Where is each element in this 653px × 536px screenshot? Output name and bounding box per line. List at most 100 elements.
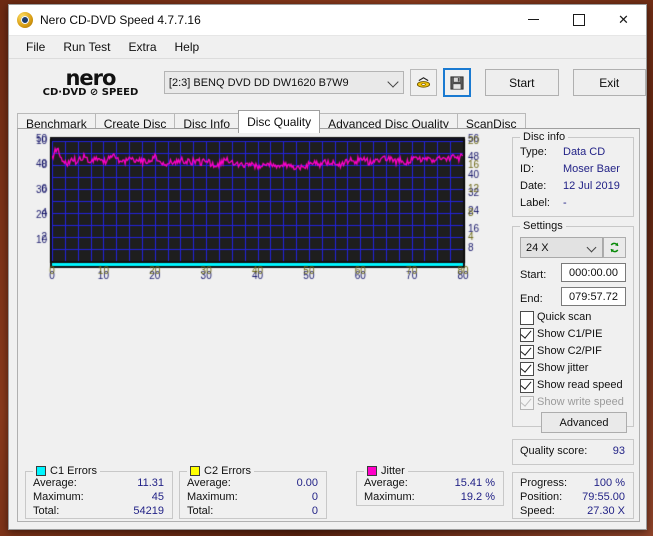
check-icon <box>520 361 532 373</box>
jitter-color-swatch <box>367 466 377 476</box>
jitter-group: Jitter Average: 15.41 % Maximum: 19.2 % <box>356 465 504 506</box>
nero-logo: nero CD·DVD ⊘ SPEED <box>27 65 154 98</box>
check-icon <box>520 395 532 407</box>
jitter-average-label: Average: <box>364 477 408 489</box>
show-c1-pie-label: Show C1/PIE <box>537 328 603 340</box>
speed-label: Speed: <box>520 505 555 517</box>
c1-errors-caption-text: C1 Errors <box>50 465 98 477</box>
logo-line-1: nero <box>65 65 116 90</box>
end-position-field[interactable]: 079:57.72 <box>561 287 626 306</box>
settings-group: Settings 24 X Start: 000:00.00 End: 079:… <box>512 220 634 433</box>
menu-bar: File Run Test Extra Help <box>9 36 646 59</box>
start-position-field[interactable]: 000:00.00 <box>561 263 626 282</box>
c2-total-value: 0 <box>311 505 318 517</box>
c2-total-label: Total: <box>187 505 214 517</box>
end-position-value: 079:57.72 <box>569 290 618 303</box>
close-button[interactable]: ✕ <box>601 5 646 34</box>
title-bar: Nero CD-DVD Speed 4.7.7.16 ✕ <box>9 5 646 36</box>
progress-label: Progress: <box>520 477 568 489</box>
show-c2-pif-label: Show C2/PIF <box>537 345 602 357</box>
disc-info-caption: Disc info <box>520 131 569 143</box>
quality-score-value: 93 <box>612 445 625 457</box>
chevron-down-icon <box>387 76 399 88</box>
drive-select[interactable]: [2:3] BENQ DVD DD DW1620 B7W9 <box>163 71 405 94</box>
jitter-chart <box>20 131 507 301</box>
quality-score-group: Quality score: 93 <box>512 439 634 465</box>
c1-total-value: 54219 <box>133 505 164 517</box>
menu-item-run-test[interactable]: Run Test <box>54 37 119 57</box>
toolbar: nero CD·DVD ⊘ SPEED [2:3] BENQ DVD DD DW… <box>9 59 646 106</box>
tab-disc-quality[interactable]: Disc Quality <box>238 110 321 133</box>
exit-button[interactable]: Exit <box>572 69 646 96</box>
show-write-speed-label: Show write speed <box>537 396 624 408</box>
save-button[interactable] <box>442 68 472 97</box>
disc-quality-panel: Disc info Type: Data CD ID: Moser Baer D… <box>17 128 640 522</box>
end-position-label: End: <box>520 293 543 305</box>
c1-average-label: Average: <box>33 477 77 489</box>
eject-disc-icon <box>416 77 430 88</box>
speed-value: 27.30 X <box>587 505 625 517</box>
c1-maximum-value: 45 <box>151 491 164 503</box>
quick-scan-checkbox[interactable] <box>520 311 534 325</box>
c1-errors-group: C1 Errors Average: 11.31 Maximum: 45 Tot… <box>25 465 173 519</box>
c2-maximum-value: 0 <box>311 491 318 503</box>
window-controls: ✕ <box>511 5 646 34</box>
c1-average-value: 11.31 <box>137 477 164 489</box>
menu-item-file[interactable]: File <box>17 37 54 57</box>
minimize-button[interactable] <box>511 5 556 34</box>
jitter-maximum-value: 19.2 % <box>460 491 495 503</box>
jitter-caption: Jitter <box>364 465 408 477</box>
maximize-icon <box>572 13 585 26</box>
start-position-label: Start: <box>520 269 547 281</box>
show-c1-pie-checkbox[interactable] <box>520 327 534 342</box>
c2-average-label: Average: <box>187 477 231 489</box>
disc-label-value: - <box>563 197 567 209</box>
jitter-average-value: 15.41 % <box>454 477 495 489</box>
eject-button[interactable] <box>410 69 437 96</box>
start-button[interactable]: Start <box>485 69 559 96</box>
show-read-speed-label: Show read speed <box>537 379 623 391</box>
c1-total-label: Total: <box>33 505 60 517</box>
c2-errors-caption: C2 Errors <box>187 465 255 477</box>
show-write-speed-checkbox <box>520 395 534 410</box>
logo-line-2: CD·DVD ⊘ SPEED <box>42 86 139 98</box>
show-c2-pif-checkbox[interactable] <box>520 344 534 359</box>
start-position-value: 000:00.00 <box>569 266 618 279</box>
menu-item-help[interactable]: Help <box>166 37 209 57</box>
disc-date-label: Date: <box>520 180 547 192</box>
advanced-button[interactable]: Advanced <box>541 412 627 433</box>
c1-maximum-label: Maximum: <box>33 491 84 503</box>
c1-color-swatch <box>36 466 46 476</box>
c2-errors-group: C2 Errors Average: 0.00 Maximum: 0 Total… <box>179 465 327 519</box>
disc-date-value: 12 Jul 2019 <box>563 180 620 192</box>
drive-select-value: [2:3] BENQ DVD DD DW1620 B7W9 <box>168 76 349 89</box>
check-icon <box>520 344 532 356</box>
c2-color-swatch <box>190 466 200 476</box>
position-label: Position: <box>520 491 563 503</box>
check-icon <box>520 327 532 339</box>
settings-caption: Settings <box>520 220 566 232</box>
quality-score-label: Quality score: <box>520 445 588 457</box>
disc-label-label: Label: <box>520 197 550 209</box>
c2-errors-caption-text: C2 Errors <box>204 465 252 477</box>
disc-id-value: Moser Baer <box>563 163 620 175</box>
disc-info-group: Disc info Type: Data CD ID: Moser Baer D… <box>512 131 634 217</box>
application-window: Nero CD-DVD Speed 4.7.7.16 ✕ File Run Te… <box>8 4 647 530</box>
show-read-speed-checkbox[interactable] <box>520 378 534 393</box>
c2-maximum-label: Maximum: <box>187 491 238 503</box>
refresh-speed-button[interactable] <box>603 237 626 258</box>
window-title: Nero CD-DVD Speed 4.7.7.16 <box>40 13 201 27</box>
position-value: 79:55.00 <box>582 491 625 503</box>
show-jitter-checkbox[interactable] <box>520 361 534 376</box>
close-icon: ✕ <box>618 11 629 27</box>
status-group: Progress: 100 % Position: 79:55.00 Speed… <box>512 472 634 519</box>
maximize-button[interactable] <box>556 5 601 34</box>
menu-item-extra[interactable]: Extra <box>119 37 165 57</box>
speed-select[interactable]: 24 X <box>520 237 603 258</box>
minimize-icon <box>528 19 539 20</box>
disc-type-value: Data CD <box>563 146 606 158</box>
refresh-speed-icon <box>610 242 619 253</box>
disc-id-label: ID: <box>520 163 535 175</box>
show-jitter-label: Show jitter <box>537 362 589 374</box>
charts-area <box>20 131 507 461</box>
